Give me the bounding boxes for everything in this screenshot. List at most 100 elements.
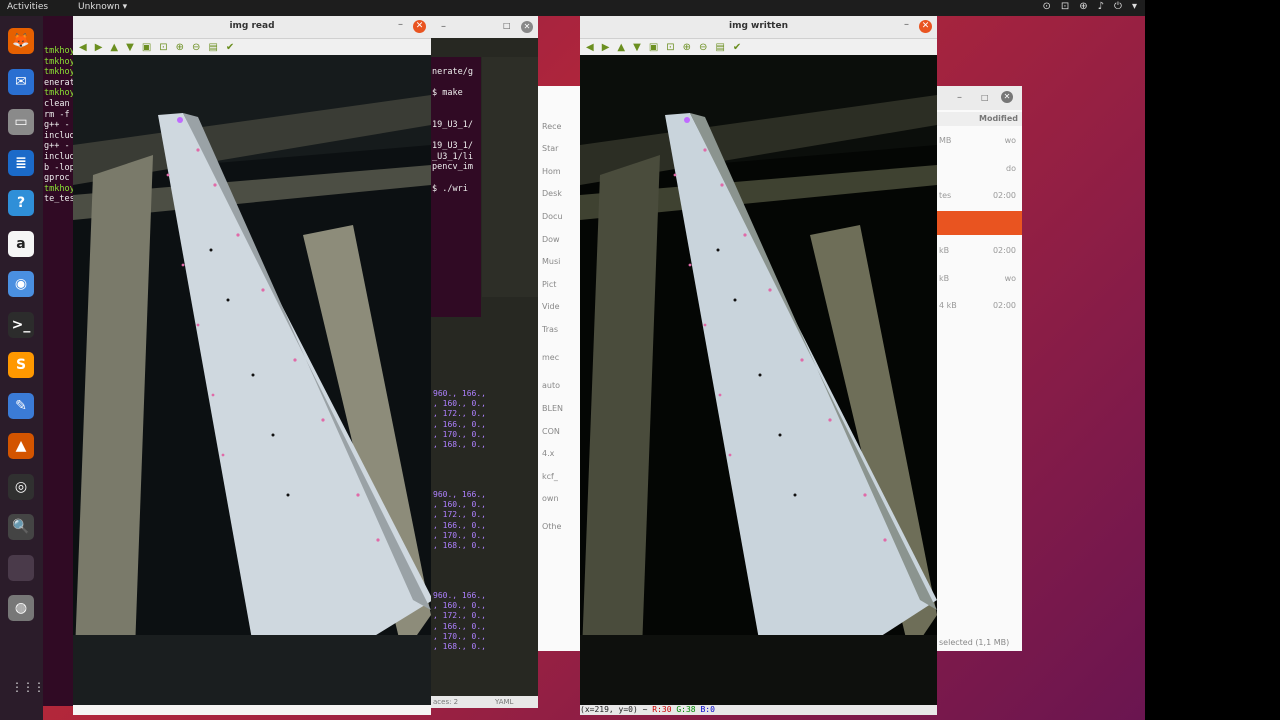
img-written-window[interactable]: img written – ✕ ◀ ▶ ▲ ▼ ▣ ⊡ ⊕ ⊖ ▤ ✔ (x=2… — [580, 16, 937, 715]
file-row[interactable]: kB wo — [939, 274, 1020, 288]
files-icon[interactable]: ▭ — [8, 109, 34, 135]
chromium-icon[interactable]: ◉ — [8, 271, 34, 297]
sidebar-place[interactable]: own — [542, 494, 559, 503]
file-row[interactable]: tes 02:00 — [939, 191, 1020, 205]
toolbar-button-8-icon[interactable]: ▤ — [208, 42, 217, 53]
modified-column-header[interactable]: Modified — [979, 114, 1018, 123]
text-editor-icon[interactable]: ✎ — [8, 392, 34, 419]
fm-maximize-button[interactable]: □ — [981, 93, 989, 102]
img-written-image[interactable] — [580, 55, 937, 705]
toolbar-button-3-icon[interactable]: ▼ — [633, 42, 641, 53]
tray-icon-1[interactable]: ⊙ — [1042, 1, 1050, 12]
toolbar-button-0-icon[interactable]: ◀ — [79, 42, 87, 53]
amazon-icon[interactable]: a — [8, 230, 34, 257]
terminal-line: enerat — [44, 77, 75, 88]
fm-minimize-button[interactable]: – — [957, 92, 962, 103]
toolbar-button-6-icon[interactable]: ⊕ — [176, 42, 184, 53]
file-row[interactable] — [937, 211, 1022, 235]
disk-icon[interactable]: ◍ — [8, 595, 34, 621]
sidebar-place[interactable]: Musi — [542, 257, 560, 266]
toolbar-button-3-icon[interactable]: ▼ — [126, 42, 134, 53]
sidebar-place[interactable]: Desk — [542, 189, 562, 198]
hidden-close-button[interactable]: ✕ — [521, 21, 533, 33]
hidden-maximize-button[interactable]: □ — [503, 21, 511, 30]
sidebar-place[interactable]: Docu — [542, 212, 563, 221]
sidebar-place[interactable]: Tras — [542, 325, 558, 334]
toolbar-button-2-icon[interactable]: ▲ — [617, 42, 625, 53]
toolbar-button-4-icon[interactable]: ▣ — [649, 42, 658, 53]
power-icon[interactable]: ⏻ — [1114, 1, 1122, 12]
terminal-line: includ — [44, 130, 75, 141]
app-menu[interactable]: Unknown ▾ — [78, 2, 127, 12]
toolbar-button-4-icon[interactable]: ▣ — [142, 42, 151, 53]
toolbar-button-5-icon[interactable]: ⊡ — [159, 42, 167, 53]
toolbar-button-7-icon[interactable]: ⊖ — [699, 42, 707, 53]
sublime-icon[interactable]: S — [8, 352, 34, 378]
img-written-toolbar: ◀ ▶ ▲ ▼ ▣ ⊡ ⊕ ⊖ ▤ ✔ — [580, 39, 937, 55]
minimap[interactable] — [482, 57, 538, 297]
sidebar-place[interactable]: Rece — [542, 122, 561, 131]
sidebar-place[interactable]: 4.x — [542, 449, 554, 458]
embedded-terminal-line: $ make — [432, 88, 463, 99]
img-read-image[interactable] — [73, 55, 431, 705]
toolbar-button-8-icon[interactable]: ▤ — [715, 42, 724, 53]
network-icon[interactable]: ⊕ — [1079, 1, 1087, 12]
system-tray[interactable]: ⊙ ⊡ ⊕ ♪ ⏻ ▾ — [1042, 1, 1137, 12]
sidebar-place[interactable]: kcf_ — [542, 472, 558, 481]
img-read-window[interactable]: img read – ✕ ◀ ▶ ▲ ▼ ▣ ⊡ ⊕ ⊖ ▤ ✔ — [73, 16, 431, 715]
terminal-icon[interactable]: >_ — [8, 311, 34, 338]
indentation-status[interactable]: aces: 2 — [433, 698, 458, 706]
syntax-status[interactable]: YAML — [495, 698, 513, 706]
toolbar-button-6-icon[interactable]: ⊕ — [683, 42, 691, 53]
search-icon[interactable]: 🔍 — [8, 514, 34, 540]
sidebar-place[interactable]: Dow — [542, 235, 560, 244]
hidden-minimize-button[interactable]: – — [441, 21, 446, 32]
img-written-titlebar[interactable]: img written – ✕ — [580, 16, 937, 39]
img-read-minimize-button[interactable]: – — [398, 19, 403, 30]
file-row[interactable]: MB wo — [939, 136, 1020, 150]
toolbar-button-2-icon[interactable]: ▲ — [110, 42, 118, 53]
file-manager-sidebar[interactable]: Rece Star Hom Desk Docu Dow Musi Pict Vide Tras me… — [538, 86, 580, 651]
sidebar-place[interactable]: mec — [542, 353, 559, 362]
img-read-titlebar[interactable]: img read – ✕ — [73, 16, 431, 39]
sidebar-place[interactable]: BLEN — [542, 404, 563, 413]
activities-button[interactable]: Activities — [7, 2, 48, 12]
code-editor-window[interactable]: – □ ✕ nerate/g $ make 19_U3_1/19_U3_1/_U3_… — [431, 16, 538, 708]
sidebar-place[interactable]: Othe — [542, 522, 561, 531]
toolbar-button-1-icon[interactable]: ▶ — [95, 42, 103, 53]
toolbar-button-5-icon[interactable]: ⊡ — [666, 42, 674, 53]
file-row[interactable]: do — [939, 164, 1020, 178]
fm-close-button[interactable]: ✕ — [1001, 91, 1013, 103]
show-applications-icon[interactable]: ⋮⋮⋮ — [11, 680, 45, 694]
sidebar-place[interactable]: CON — [542, 427, 560, 436]
help-icon[interactable]: ? — [8, 190, 34, 216]
tray-icon-2[interactable]: ⊡ — [1061, 1, 1069, 12]
sidebar-place[interactable]: Star — [542, 144, 558, 153]
volume-icon[interactable]: ♪ — [1098, 1, 1104, 12]
file-row[interactable]: kB 02:00 — [939, 246, 1020, 260]
terminal-line: rm -f — [44, 109, 70, 120]
writer-icon[interactable]: ≣ — [8, 149, 34, 176]
file-manager-list[interactable]: – □ ✕ Modified MB wo do tes 02:00 kB 02:00 kB wo… — [937, 86, 1022, 651]
toolbar-button-1-icon[interactable]: ▶ — [602, 42, 610, 53]
img-written-minimize-button[interactable]: – — [904, 19, 909, 30]
toolbar-button-9-icon[interactable]: ✔ — [733, 42, 741, 53]
obs-icon[interactable]: ◎ — [8, 473, 34, 500]
sidebar-place[interactable]: Hom — [542, 167, 561, 176]
file-row[interactable]: 4 kB 02:00 — [939, 301, 1020, 315]
thunderbird-icon[interactable]: ✉ — [8, 68, 34, 95]
matlab-icon[interactable]: ▲ — [8, 433, 34, 459]
sidebar-place[interactable]: Pict — [542, 280, 556, 289]
toolbar-button-0-icon[interactable]: ◀ — [586, 42, 594, 53]
firefox-icon[interactable]: 🦊 — [8, 28, 34, 54]
sidebar-place[interactable]: auto — [542, 381, 560, 390]
img-read-close-button[interactable]: ✕ — [413, 20, 426, 33]
toolbar-button-7-icon[interactable]: ⊖ — [192, 42, 200, 53]
toolbar-button-9-icon[interactable]: ✔ — [226, 42, 234, 53]
embedded-terminal[interactable]: nerate/g $ make 19_U3_1/19_U3_1/_U3_1/li pe… — [431, 57, 481, 317]
terminal-window[interactable]: tmkhoy tmkhoy tmkhoy enerat tmkhoy clean rm -f… — [43, 16, 75, 706]
sidebar-place[interactable]: Vide — [542, 302, 560, 311]
blank-app-icon[interactable] — [8, 554, 34, 581]
img-written-close-button[interactable]: ✕ — [919, 20, 932, 33]
system-menu-arrow-icon[interactable]: ▾ — [1132, 1, 1137, 12]
